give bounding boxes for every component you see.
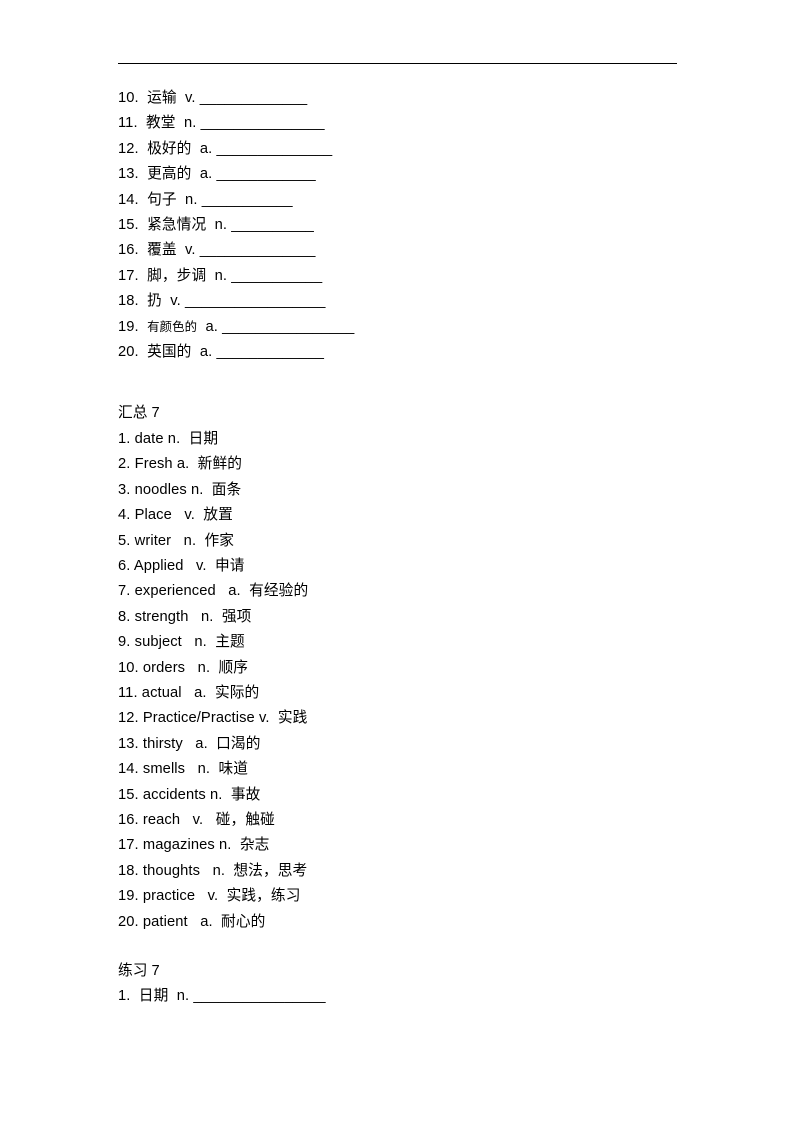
- summary-line: 2. Fresh a. 新鲜的: [118, 456, 243, 473]
- summary-line: 19. practice v. 实践，练习: [118, 888, 301, 905]
- summary-line: 18. thoughts n. 想法，思考: [118, 862, 308, 879]
- document-page: 10. 运输 v. _____________ 11. 教堂 n. _______…: [0, 0, 794, 1123]
- item-number: 10.: [118, 90, 139, 106]
- chinese-term: 扔: [147, 293, 162, 310]
- exercise-line: 11. 教堂 n. _______________: [118, 111, 718, 136]
- header-divider-rule: [118, 63, 677, 64]
- item-number: 11.: [118, 115, 138, 132]
- chinese-term: 覆盖: [147, 242, 177, 259]
- part-of-speech: a.: [199, 166, 213, 183]
- exercise-line: 19. 有颜色的 a. ________________: [118, 315, 718, 340]
- answer-blank[interactable]: __________: [231, 217, 314, 233]
- chinese-term: 有颜色的: [147, 319, 198, 334]
- item-number: 18.: [118, 293, 139, 310]
- chinese-term: 极好的: [147, 140, 192, 157]
- item-number: 15.: [118, 217, 139, 234]
- summary-line: 9. subject n. 主题: [118, 634, 245, 651]
- summary-line: 5. writer n. 作家: [118, 532, 235, 549]
- part-of-speech: a.: [199, 140, 213, 157]
- answer-blank[interactable]: ________________: [222, 319, 354, 335]
- summary-line: 16. reach v. 碰，触碰: [118, 811, 275, 828]
- summary-section-heading: 汇总 7: [118, 405, 160, 422]
- part-of-speech: v.: [170, 293, 181, 310]
- summary-line: 14. smells n. 味道: [118, 761, 249, 778]
- practice-line[interactable]: 1. 日期 n. ________________: [118, 984, 718, 1009]
- summary-line: 10. orders n. 顺序: [118, 659, 249, 676]
- summary-line: 13. thirsty a. 口渴的: [118, 735, 261, 752]
- summary-line: 8. strength n. 强项: [118, 608, 252, 625]
- part-of-speech: n.: [185, 191, 198, 208]
- chinese-term: 紧急情况: [147, 217, 207, 234]
- summary-line: 17. magazines n. 杂志: [118, 837, 270, 854]
- block-spacer-2: [118, 935, 718, 959]
- answer-blank[interactable]: ___________: [231, 268, 322, 284]
- item-number: 16.: [118, 242, 139, 259]
- answer-blank[interactable]: _________________: [185, 293, 326, 309]
- chinese-term: 教堂: [146, 115, 176, 132]
- summary-line: 20. patient a. 耐心的: [118, 913, 266, 930]
- chinese-term: 更高的: [147, 166, 192, 183]
- summary-line: 7. experienced a. 有经验的: [118, 583, 309, 600]
- summary-line: 1. date n. 日期: [118, 430, 219, 447]
- part-of-speech: a.: [205, 318, 218, 335]
- item-number: 17.: [118, 267, 139, 284]
- answer-blank[interactable]: _____________: [200, 90, 308, 106]
- part-of-speech: n.: [183, 115, 197, 132]
- chinese-term: 英国的: [147, 344, 192, 361]
- chinese-term: 运输: [147, 90, 177, 106]
- chinese-term: 句子: [147, 191, 177, 208]
- exercise-line: 16. 覆盖 v. ______________: [118, 238, 718, 263]
- exercise-line: 17. 脚，步调 n. ___________: [118, 264, 718, 289]
- answer-blank[interactable]: ______________: [200, 242, 316, 258]
- exercise-line: 18. 扔 v. _________________: [118, 289, 718, 314]
- summary-line: 12. Practice/Practise v. 实践: [118, 710, 308, 727]
- document-content: 10. 运输 v. _____________ 11. 教堂 n. _______…: [118, 86, 718, 1010]
- summary-line: 3. noodles n. 面条: [118, 481, 242, 498]
- item-number: 19.: [118, 318, 139, 335]
- exercise-line: 15. 紧急情况 n. __________: [118, 213, 718, 238]
- item-number: 14.: [118, 191, 139, 208]
- practice-list: 1. 日期 n. ________________: [118, 984, 718, 1009]
- part-of-speech: n.: [214, 267, 228, 284]
- answer-blank[interactable]: _____________: [216, 344, 324, 360]
- exercise-line: 12. 极好的 a. ______________: [118, 137, 718, 162]
- summary-word-list: 1. date n. 日期 2. Fresh a. 新鲜的 3. noodles n…: [118, 427, 718, 935]
- exercise-line: 13. 更高的 a. ____________: [118, 162, 718, 187]
- chinese-term: 脚，步调: [147, 267, 207, 284]
- part-of-speech: v.: [185, 242, 196, 259]
- part-of-speech: v.: [185, 90, 196, 106]
- item-number: 13.: [118, 166, 139, 183]
- summary-line: 6. Applied v. 申请: [118, 557, 245, 574]
- answer-blank[interactable]: _______________: [201, 115, 325, 131]
- summary-line: 15. accidents n. 事故: [118, 786, 261, 803]
- exercise-line: 14. 句子 n. ___________: [118, 188, 718, 213]
- part-of-speech: a.: [199, 344, 213, 361]
- exercise-line: 20. 英国的 a. _____________: [118, 340, 718, 365]
- practice-list-continued: 10. 运输 v. _____________ 11. 教堂 n. _______…: [118, 86, 718, 365]
- summary-line: 4. Place v. 放置: [118, 507, 233, 524]
- answer-blank[interactable]: ______________: [216, 141, 332, 157]
- answer-blank[interactable]: ___________: [202, 192, 293, 208]
- part-of-speech: n.: [214, 217, 228, 234]
- item-number: 20.: [118, 344, 139, 361]
- practice-section-heading: 练习 7: [118, 963, 160, 979]
- block-spacer-1: [118, 365, 718, 401]
- exercise-line: 10. 运输 v. _____________: [118, 86, 718, 111]
- summary-line: 11. actual a. 实际的: [118, 684, 260, 701]
- answer-blank[interactable]: ____________: [216, 166, 315, 182]
- item-number: 12.: [118, 140, 139, 157]
